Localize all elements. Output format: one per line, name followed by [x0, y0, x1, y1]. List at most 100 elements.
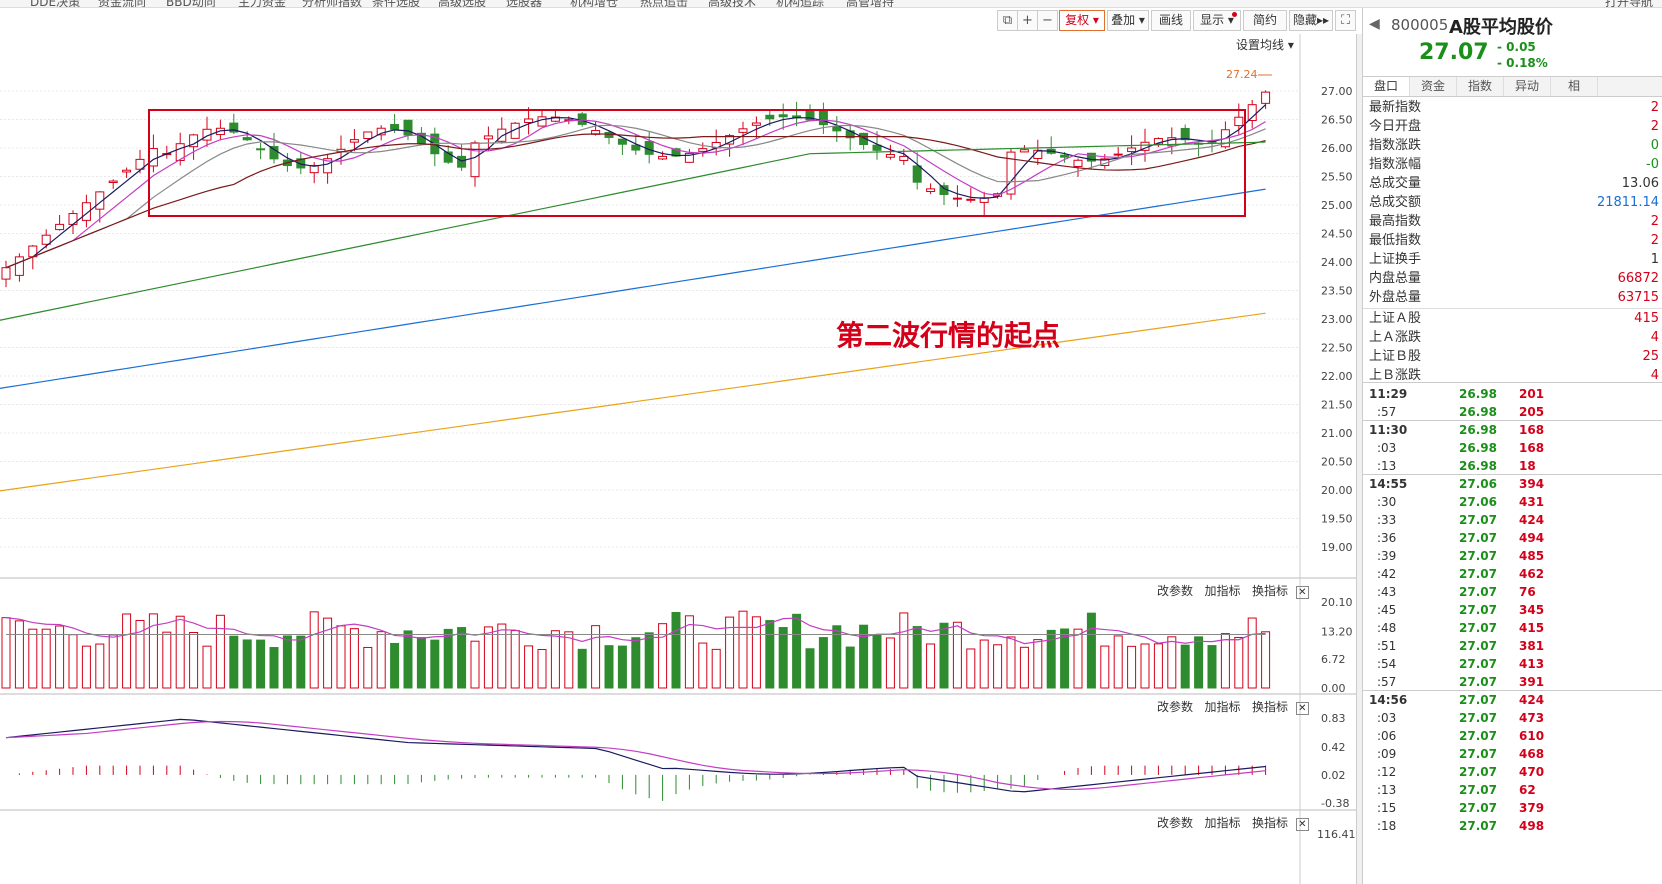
switch-indicator-button[interactable]: 换指标 — [1252, 584, 1288, 598]
candle-body — [885, 153, 895, 158]
tick-time: 11:30 — [1369, 423, 1408, 437]
nav-item[interactable]: 打开导航 — [1605, 0, 1653, 7]
volume-bar — [269, 647, 279, 689]
fullscreen-icon[interactable]: ⛶ — [1335, 10, 1356, 31]
quote-tab[interactable]: 指数 — [1457, 77, 1504, 96]
kline-chart[interactable]: 27.00 26.50 26.00 25.50 25.00 24.50 24.00 23.50… — [0, 0, 1360, 884]
quote-panel: ◀ 800005 A股平均股价 27.07 - 0.05 - 0.18% 盘口资… — [1362, 8, 1662, 884]
vol-indicator-controls: 改参数 加指标 换指标 ✕ — [1157, 582, 1309, 599]
volume-bar — [952, 621, 962, 689]
tick-volume: 18 — [1519, 459, 1536, 473]
volume-bar — [577, 648, 587, 689]
candle-body — [1073, 159, 1083, 168]
tick-price: 27.07 — [1459, 531, 1497, 545]
chevron-down-icon: ▾ — [1089, 13, 1099, 27]
volume-bar — [684, 615, 694, 689]
tick-row: 14:56 27.07 424 — [1363, 691, 1662, 709]
volume-bar — [832, 625, 842, 689]
volume-bar — [81, 645, 91, 689]
set-ma-label: 设置均线 — [1236, 38, 1285, 52]
volume-bar — [617, 645, 627, 689]
close-icon[interactable]: ✕ — [1295, 818, 1309, 831]
volume-bar — [403, 630, 413, 689]
third-indicator-controls: 改参数 加指标 换指标 ✕ — [1157, 814, 1309, 831]
stat-row: 上Ａ涨跌 4 — [1369, 328, 1661, 347]
volume-bar — [14, 620, 24, 689]
volume-bar — [550, 630, 560, 689]
tick-row: :57 27.07 391 — [1363, 673, 1662, 691]
ma120-line — [0, 188, 1266, 389]
zoom-out-icon[interactable]: − — [1037, 10, 1058, 31]
tick-row: :39 27.07 485 — [1363, 547, 1662, 565]
volume-bar — [778, 627, 788, 689]
volume-bar — [457, 627, 467, 689]
diejia-button[interactable]: 叠加 ▾ — [1107, 10, 1149, 31]
zoom-in-icon[interactable]: + — [1017, 10, 1038, 31]
add-indicator-button[interactable]: 加指标 — [1204, 816, 1240, 830]
quote-tab[interactable]: 异动 — [1504, 77, 1551, 96]
volume-bar — [1100, 645, 1110, 689]
macd-axis-label: 0.83 — [1321, 712, 1346, 725]
close-icon[interactable]: ✕ — [1295, 702, 1309, 715]
tick-price: 27.07 — [1459, 603, 1497, 617]
tick-row: 14:55 27.06 394 — [1363, 475, 1662, 493]
candle-body — [269, 146, 279, 160]
add-indicator-button[interactable]: 加指标 — [1204, 700, 1240, 714]
stat-value: -0 — [1646, 157, 1659, 172]
add-indicator-button[interactable]: 加指标 — [1204, 584, 1240, 598]
fuquan-label: 复权 — [1065, 13, 1090, 27]
panel-splitter[interactable] — [1356, 34, 1362, 884]
tick-row: :51 27.07 381 — [1363, 637, 1662, 655]
fuquan-button[interactable]: 复权 ▾ — [1059, 10, 1105, 31]
tick-price: 27.06 — [1459, 477, 1497, 491]
candle-body — [698, 148, 708, 152]
xianshi-button[interactable]: 显示 ▾ — [1193, 10, 1241, 31]
tick-volume: 62 — [1519, 783, 1536, 797]
quote-tab[interactable]: 盘口 — [1363, 77, 1410, 96]
change-params-button[interactable]: 改参数 — [1157, 584, 1193, 598]
y-axis-label: 25.00 — [1321, 199, 1353, 212]
volume-bar — [1167, 636, 1177, 689]
change-params-button[interactable]: 改参数 — [1157, 816, 1193, 830]
switch-indicator-button[interactable]: 换指标 — [1252, 700, 1288, 714]
volume-bar — [698, 642, 708, 689]
candle-body — [1247, 104, 1257, 122]
quote-tab[interactable]: 相 — [1551, 77, 1598, 96]
copy-icon[interactable]: ⧉ — [997, 10, 1018, 31]
candle-body — [738, 128, 748, 133]
diejia-label: 叠加 — [1111, 13, 1136, 27]
tick-price: 27.07 — [1459, 819, 1497, 833]
tick-price: 27.07 — [1459, 711, 1497, 725]
change-params-button[interactable]: 改参数 — [1157, 700, 1193, 714]
candle-body — [818, 109, 828, 126]
macd-axis-label: -0.38 — [1321, 797, 1349, 810]
back-arrow-icon[interactable]: ◀ — [1369, 16, 1380, 32]
tick-price: 27.07 — [1459, 513, 1497, 527]
volume-bar — [443, 628, 453, 689]
candle-body — [524, 118, 534, 124]
volume-bar — [939, 622, 949, 689]
switch-indicator-button[interactable]: 换指标 — [1252, 816, 1288, 830]
quote-tab[interactable]: 资金 — [1410, 77, 1457, 96]
volume-bar — [885, 637, 895, 689]
tick-price: 27.07 — [1459, 657, 1497, 671]
stat-value: 415 — [1634, 311, 1659, 326]
tick-time: :15 — [1377, 801, 1397, 815]
close-icon[interactable]: ✕ — [1295, 586, 1309, 599]
volume-bar — [524, 645, 534, 689]
latest-price: 27.07 — [1419, 40, 1489, 65]
volume-bar — [497, 623, 507, 689]
tick-row: :13 26.98 18 — [1363, 457, 1662, 475]
tick-time: 14:56 — [1369, 693, 1408, 707]
candle-body — [1113, 153, 1123, 156]
tick-time: :03 — [1377, 441, 1397, 455]
tick-volume: 415 — [1519, 621, 1545, 635]
set-ma-button[interactable]: 设置均线 ▾ — [1236, 36, 1294, 53]
yincang-button[interactable]: 隐藏▸▸ — [1289, 10, 1333, 31]
tick-volume: 391 — [1519, 675, 1545, 689]
huaxian-button[interactable]: 画线 — [1151, 10, 1191, 31]
stat-label: 总成交量 — [1369, 176, 1422, 191]
stat-row: 上证Ｂ股 25 — [1369, 347, 1661, 366]
ma250-line — [0, 312, 1266, 492]
jianyue-button[interactable]: 简约 — [1243, 10, 1287, 31]
